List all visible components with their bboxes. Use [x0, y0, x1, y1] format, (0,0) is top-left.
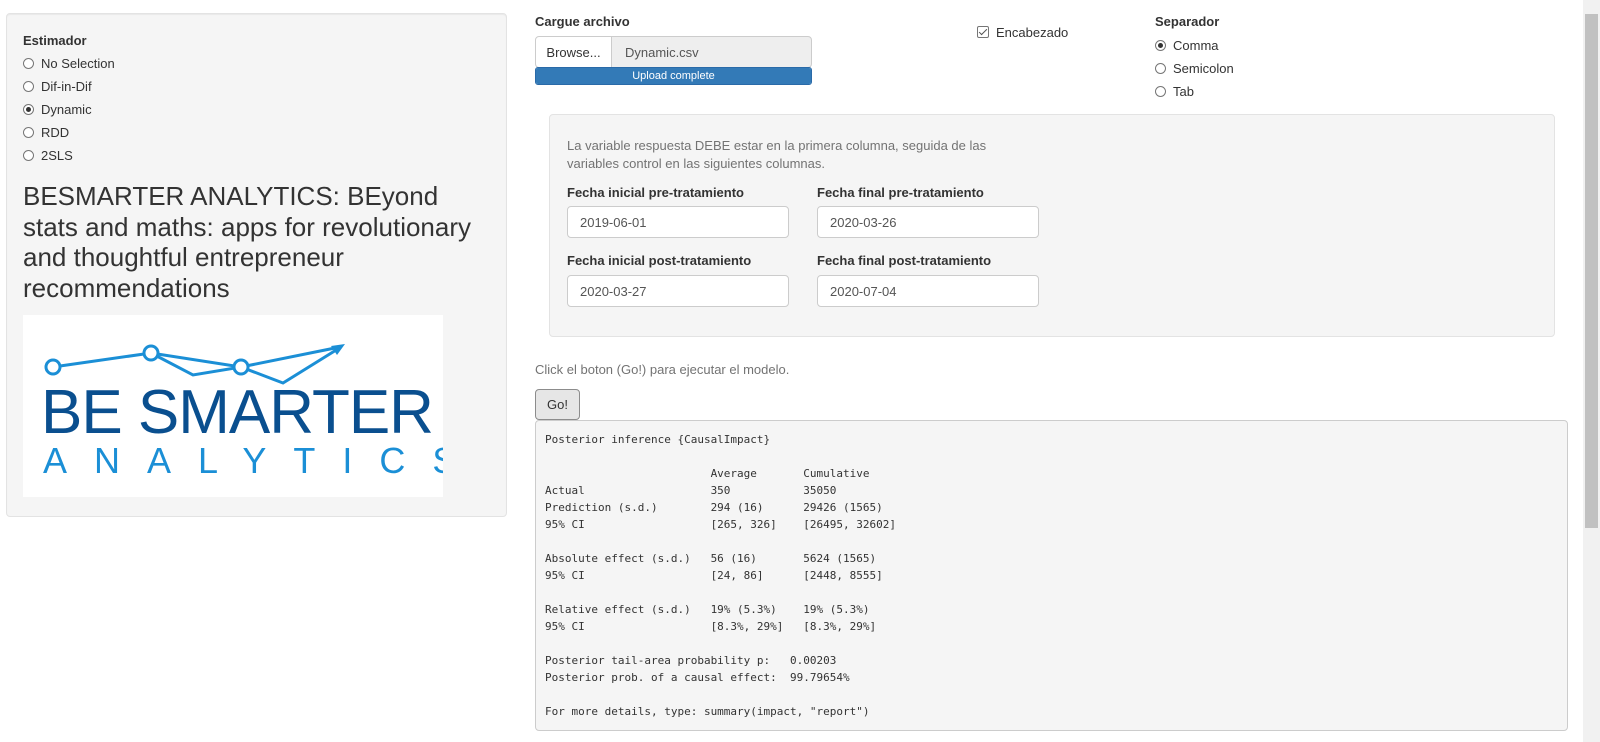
go-button[interactable]: Go!: [535, 389, 580, 420]
separator-label: Separador: [1155, 14, 1220, 29]
sidebar-panel: Estimador No Selection Dif-in-Dif Dynami…: [6, 13, 507, 517]
model-output: Posterior inference {CausalImpact} Avera…: [535, 420, 1568, 731]
radio-label: Tab: [1173, 83, 1194, 99]
radio-icon[interactable]: [23, 149, 34, 161]
checkbox-checked-icon[interactable]: [977, 26, 989, 38]
radio-label: Semicolon: [1173, 60, 1234, 76]
post-start-date-input[interactable]: 2020-03-27: [567, 275, 789, 307]
radio-icon[interactable]: [23, 126, 34, 138]
besmarter-logo: BE SMARTER ANALYTICS: [23, 315, 456, 497]
file-upload-label: Cargue archivo: [535, 14, 630, 29]
logo-line1: BE SMARTER: [41, 378, 433, 447]
radio-label: No Selection: [41, 55, 115, 71]
scrollbar-thumb[interactable]: [1585, 14, 1598, 528]
browse-button[interactable]: Browse...: [535, 36, 612, 68]
radio-selected-icon[interactable]: [23, 103, 34, 115]
file-name-field: Dynamic.csv: [611, 36, 812, 68]
separator-option-comma[interactable]: Comma: [1155, 35, 1219, 55]
logo-graphic: BE SMARTER ANALYTICS: [41, 344, 456, 481]
radio-label: Dynamic: [41, 101, 92, 117]
estimator-option-dynamic[interactable]: Dynamic: [23, 99, 92, 119]
radio-icon[interactable]: [23, 80, 34, 92]
upload-progress-fill: Upload complete: [536, 68, 811, 84]
estimator-option-rdd[interactable]: RDD: [23, 122, 69, 142]
radio-icon[interactable]: [1155, 62, 1166, 74]
header-checkbox-label: Encabezado: [996, 24, 1069, 40]
estimator-option-2sls[interactable]: 2SLS: [23, 145, 73, 165]
post-end-label: Fecha final post-tratamiento: [817, 253, 992, 268]
radio-label: Dif-in-Dif: [41, 78, 92, 94]
page-scrollbar[interactable]: [1583, 0, 1600, 742]
header-checkbox[interactable]: Encabezado: [977, 22, 1068, 42]
post-start-label: Fecha inicial post-tratamiento: [567, 253, 752, 268]
estimator-option-dif-in-dif[interactable]: Dif-in-Dif: [23, 76, 92, 96]
brand-title: BESMARTER ANALYTICS: BEyond stats and ma…: [23, 181, 472, 303]
pre-start-label: Fecha inicial pre-tratamiento: [567, 185, 744, 200]
logo-line2: ANALYTICS: [43, 440, 443, 481]
post-end-date-input[interactable]: 2020-07-04: [817, 275, 1039, 307]
pre-start-date-input[interactable]: 2019-06-01: [567, 206, 789, 238]
pre-end-label: Fecha final pre-tratamiento: [817, 185, 984, 200]
run-help-text: Click el boton (Go!) para ejecutar el mo…: [535, 362, 790, 377]
radio-label: RDD: [41, 124, 70, 140]
estimator-option-no-selection[interactable]: No Selection: [23, 53, 115, 73]
radio-icon[interactable]: [1155, 85, 1166, 97]
separator-option-semicolon[interactable]: Semicolon: [1155, 58, 1234, 78]
radio-selected-icon[interactable]: [1155, 39, 1166, 51]
estimator-label: Estimador: [23, 33, 87, 48]
separator-option-tab[interactable]: Tab: [1155, 81, 1194, 101]
radio-label: 2SLS: [41, 147, 73, 163]
radio-icon[interactable]: [23, 57, 34, 69]
pre-end-date-input[interactable]: 2020-03-26: [817, 206, 1039, 238]
instructions-note: La variable respuesta DEBE estar en la p…: [567, 138, 987, 171]
radio-label: Comma: [1173, 37, 1219, 53]
upload-progress-bar: Upload complete: [535, 67, 812, 85]
